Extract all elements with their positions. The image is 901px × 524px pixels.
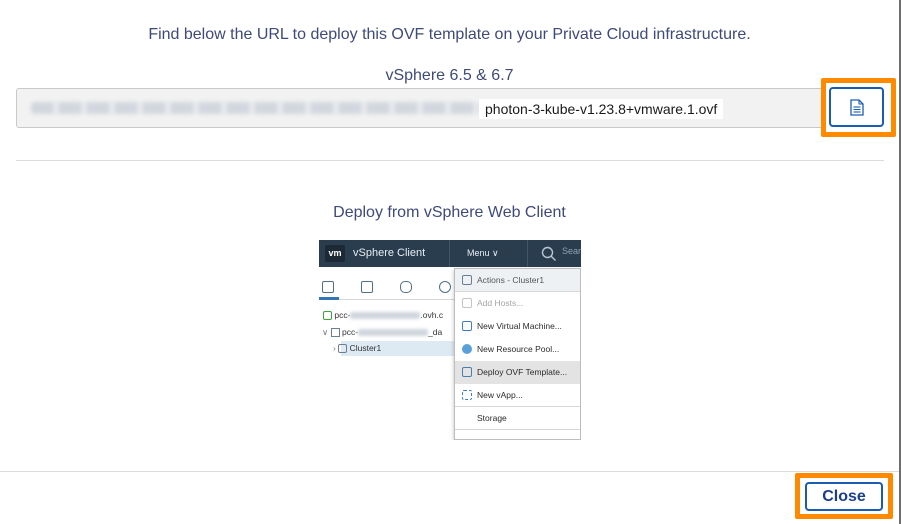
- chevron-down-icon: ∨: [322, 327, 329, 337]
- url-redacted-part: [31, 102, 481, 114]
- vsphere-app-name: vSphere Client: [353, 247, 426, 259]
- vsphere-client-screenshot: vm vSphere Client Menu ∨ Sear pcc- .ovh.c…: [319, 240, 581, 440]
- close-button[interactable]: Close: [805, 482, 883, 511]
- vapp-icon: [462, 390, 472, 400]
- tree-cluster: › Cluster1: [333, 343, 382, 354]
- vmware-logo: vm: [325, 245, 345, 262]
- header-separator: [449, 240, 450, 267]
- cluster-icon: [462, 275, 472, 285]
- inventory-tabs: [319, 276, 455, 300]
- footer-divider: [0, 471, 899, 472]
- vms-templates-icon: [361, 281, 373, 293]
- context-menu-item-add-hosts: Add Hosts...: [455, 292, 580, 315]
- search-icon: [541, 246, 556, 261]
- copy-url-button[interactable]: [829, 87, 884, 127]
- vsphere-search-label: Sear: [562, 246, 581, 256]
- header-separator: [527, 240, 528, 267]
- url-filename: photon-3-kube-v1.23.8+vmware.1.ovf: [479, 99, 724, 119]
- document-copy-icon: [849, 98, 864, 116]
- storage-icon: [400, 281, 412, 293]
- resource-pool-icon: [462, 344, 472, 354]
- version-label: vSphere 6.5 & 6.7: [385, 67, 514, 84]
- context-menu: Actions - Cluster1 Add Hosts... New Virt…: [454, 268, 581, 440]
- deploy-title: Deploy from vSphere Web Client: [333, 204, 566, 221]
- ovf-url-field[interactable]: photon-3-kube-v1.23.8+vmware.1.ovf: [16, 88, 826, 128]
- chevron-right-icon: ›: [333, 343, 336, 353]
- context-menu-item-storage: Storage: [455, 407, 580, 430]
- tree-datacenter: pcc- .ovh.c: [323, 308, 443, 322]
- section-divider: [16, 160, 884, 161]
- tree-pool: ∨ pcc- _da: [322, 327, 443, 338]
- add-host-icon: [462, 298, 472, 308]
- context-menu-item-new-vapp: New vApp...: [455, 384, 580, 407]
- context-menu-header: Actions - Cluster1: [455, 269, 580, 292]
- datacenter-icon: [330, 328, 340, 338]
- vsphere-header-bar: vm vSphere Client Menu ∨ Sear: [319, 240, 581, 267]
- deploy-ovf-icon: [462, 367, 472, 377]
- network-icon: [439, 281, 451, 293]
- intro-text: Find below the URL to deploy this OVF te…: [148, 26, 751, 43]
- hosts-clusters-icon: [322, 281, 334, 293]
- context-menu-item-new-vm: New Virtual Machine...: [455, 315, 580, 338]
- new-vm-icon: [462, 321, 472, 331]
- cluster-icon: [338, 344, 348, 354]
- vsphere-menu-label: Menu ∨: [467, 248, 499, 258]
- vcenter-icon: [323, 311, 332, 321]
- deploy-ovf-dialog: Find below the URL to deploy this OVF te…: [0, 0, 901, 524]
- active-tab-indicator: [319, 297, 339, 300]
- context-menu-item-new-resource-pool: New Resource Pool...: [455, 338, 580, 361]
- context-menu-item-deploy-ovf: Deploy OVF Template...: [455, 361, 580, 384]
